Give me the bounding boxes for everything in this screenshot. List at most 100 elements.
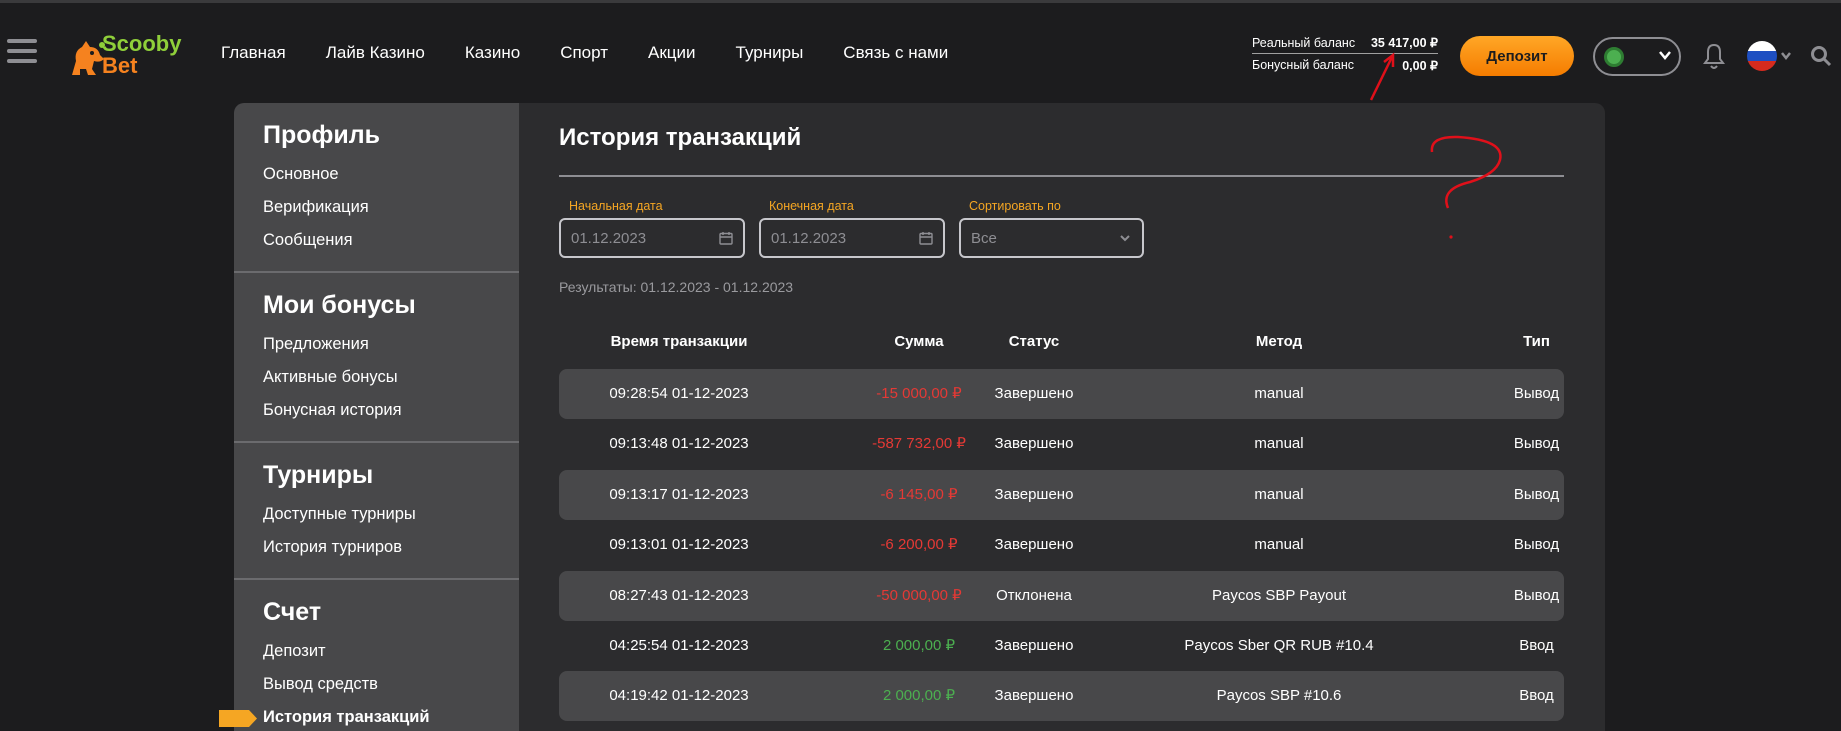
nav-contact[interactable]: Связь с нами <box>843 43 948 63</box>
cell-type: Вывод <box>1513 536 1560 554</box>
cell-status: Завершено <box>994 485 1074 503</box>
sidebar-section-account: Счет Депозит Вывод средств История транз… <box>219 580 519 731</box>
logo-text-line1: Scooby <box>102 31 182 56</box>
real-balance: Реальный баланс 35 417,00 ₽ <box>1252 32 1438 54</box>
sidebar-item-verification[interactable]: Верификация <box>263 191 519 224</box>
cell-status: Отклонена <box>996 586 1072 604</box>
cell-type: Ввод <box>1519 636 1554 654</box>
start-date-field[interactable]: 01.12.2023 <box>559 218 745 258</box>
cell-method: manual <box>1254 385 1304 402</box>
cell-time: 08:27:43 01-12-2023 <box>609 586 749 604</box>
cell-status: Завершено <box>994 536 1074 554</box>
cell-time: 09:28:54 01-12-2023 <box>609 385 749 402</box>
bonus-balance-label: Бонусный баланс <box>1252 58 1354 72</box>
russia-flag-icon[interactable] <box>1747 41 1777 71</box>
nav-live-casino[interactable]: Лайв Казино <box>326 43 425 63</box>
sidebar-item-label: История транзакций <box>263 708 430 726</box>
sidebar-item-withdrawal[interactable]: Вывод средств <box>263 668 519 701</box>
section-title: Турниры <box>263 461 374 489</box>
deposit-button[interactable]: Депозит <box>1460 36 1574 76</box>
cell-status: Завершено <box>994 435 1074 453</box>
cell-type: Вывод <box>1513 435 1560 453</box>
column-header-status: Статус <box>1008 333 1060 350</box>
calendar-icon <box>719 232 733 245</box>
transactions-table: 09:28:54 01-12-2023 -15 000,00 ₽ Заверше… <box>559 369 1564 722</box>
cell-type: Ввод <box>1519 687 1554 705</box>
cell-time: 04:19:42 01-12-2023 <box>609 687 749 705</box>
section-title: Профиль <box>263 121 381 149</box>
nav-casino[interactable]: Казино <box>465 43 520 63</box>
sidebar-section-profile: Профиль Основное Верификация Сообщения <box>234 103 519 273</box>
main-content: История транзакций Начальная дата 01.12.… <box>519 103 1605 731</box>
sort-value: Все <box>971 230 997 247</box>
cell-type: Вывод <box>1513 385 1560 402</box>
end-date-label: Конечная дата <box>769 199 854 213</box>
logo[interactable]: Scooby Bet <box>66 31 196 79</box>
nav-sport[interactable]: Спорт <box>560 43 608 63</box>
cell-status: Завершено <box>994 385 1074 402</box>
sidebar-item-active-bonuses[interactable]: Активные бонусы <box>263 361 519 394</box>
real-balance-value: 35 417,00 ₽ <box>1370 36 1438 50</box>
bell-icon[interactable] <box>1701 41 1727 71</box>
section-title: Мои бонусы <box>263 291 416 319</box>
table-row: 04:19:42 01-12-2023 2 000,00 ₽ Завершено… <box>559 671 1564 722</box>
sidebar-item-messages[interactable]: Сообщения <box>263 224 519 257</box>
cell-status: Завершено <box>994 636 1074 654</box>
sort-label: Сортировать по <box>969 199 1061 213</box>
table-row: 08:27:43 01-12-2023 -50 000,00 ₽ Отклоне… <box>559 570 1564 621</box>
balance-panel: Реальный баланс 35 417,00 ₽ Бонусный бал… <box>1252 32 1438 76</box>
sidebar-item-deposit[interactable]: Депозит <box>263 635 519 668</box>
cell-method: Paycos SBP Payout <box>1212 586 1346 604</box>
sidebar-section-tournaments: Турниры Доступные турниры История турнир… <box>234 443 519 580</box>
cell-time: 04:25:54 01-12-2023 <box>609 636 749 654</box>
sidebar-item-tournament-history[interactable]: История турниров <box>263 531 519 564</box>
page-title: История транзакций <box>559 124 802 151</box>
nav-home[interactable]: Главная <box>221 43 286 63</box>
table-row: 09:28:54 01-12-2023 -15 000,00 ₽ Заверше… <box>559 369 1564 419</box>
sidebar-item-available-tournaments[interactable]: Доступные турниры <box>263 498 519 531</box>
start-date-value: 01.12.2023 <box>571 230 647 247</box>
start-date-label: Начальная дата <box>569 199 663 213</box>
sort-select[interactable]: Все <box>959 218 1144 258</box>
main-nav: Главная Лайв Казино Казино Спорт Акции Т… <box>221 43 988 63</box>
hamburger-icon[interactable] <box>7 39 37 67</box>
table-header: Время транзакции Сумма Статус Метод Тип <box>559 333 1564 357</box>
cell-status: Завершено <box>994 687 1074 705</box>
nav-promotions[interactable]: Акции <box>648 43 696 63</box>
sidebar-item-general[interactable]: Основное <box>263 158 519 191</box>
active-arrow-icon <box>219 710 257 727</box>
sidebar-section-bonuses: Мои бонусы Предложения Активные бонусы Б… <box>234 273 519 443</box>
column-header-method: Метод <box>1255 333 1303 350</box>
bonus-balance-value: 0,00 ₽ <box>1402 58 1438 73</box>
sidebar-item-transaction-history[interactable]: История транзакций <box>219 701 519 731</box>
sidebar-item-bonus-history[interactable]: Бонусная история <box>263 394 519 427</box>
profile-menu-button[interactable] <box>1593 37 1681 76</box>
end-date-value: 01.12.2023 <box>771 230 847 247</box>
search-icon[interactable] <box>1810 45 1832 67</box>
section-title: Счет <box>263 598 322 626</box>
table-row: 09:13:17 01-12-2023 -6 145,00 ₽ Завершен… <box>559 469 1564 520</box>
cell-method: Paycos SBP #10.6 <box>1216 687 1342 705</box>
table-row: 09:13:48 01-12-2023 -587 732,00 ₽ Заверш… <box>559 419 1564 469</box>
chevron-down-icon <box>1659 51 1671 60</box>
cell-method: manual <box>1254 536 1304 554</box>
end-date-field[interactable]: 01.12.2023 <box>759 218 945 258</box>
cell-time: 09:13:17 01-12-2023 <box>609 485 749 503</box>
column-header-type: Тип <box>1523 333 1550 350</box>
site-header: Scooby Bet Главная Лайв Казино Казино Сп… <box>0 3 1841 101</box>
bonus-balance: Бонусный баланс 0,00 ₽ <box>1252 54 1438 76</box>
nav-tournaments[interactable]: Турниры <box>736 43 804 63</box>
cell-time: 09:13:48 01-12-2023 <box>609 435 749 453</box>
cell-method: Paycos Sber QR RUB #10.4 <box>1184 636 1374 654</box>
logo-text-line2: Bet <box>102 53 138 78</box>
cell-method: manual <box>1254 485 1304 503</box>
table-row: 04:25:54 01-12-2023 2 000,00 ₽ Завершено… <box>559 621 1564 671</box>
title-divider <box>559 175 1564 177</box>
user-avatar-icon <box>1604 47 1624 67</box>
sidebar-item-offers[interactable]: Предложения <box>263 328 519 361</box>
real-balance-label: Реальный баланс <box>1252 35 1356 50</box>
cell-type: Вывод <box>1513 586 1560 604</box>
language-chevron-icon[interactable] <box>1780 49 1792 61</box>
results-range: Результаты: 01.12.2023 - 01.12.2023 <box>559 279 794 295</box>
calendar-icon <box>919 232 933 245</box>
